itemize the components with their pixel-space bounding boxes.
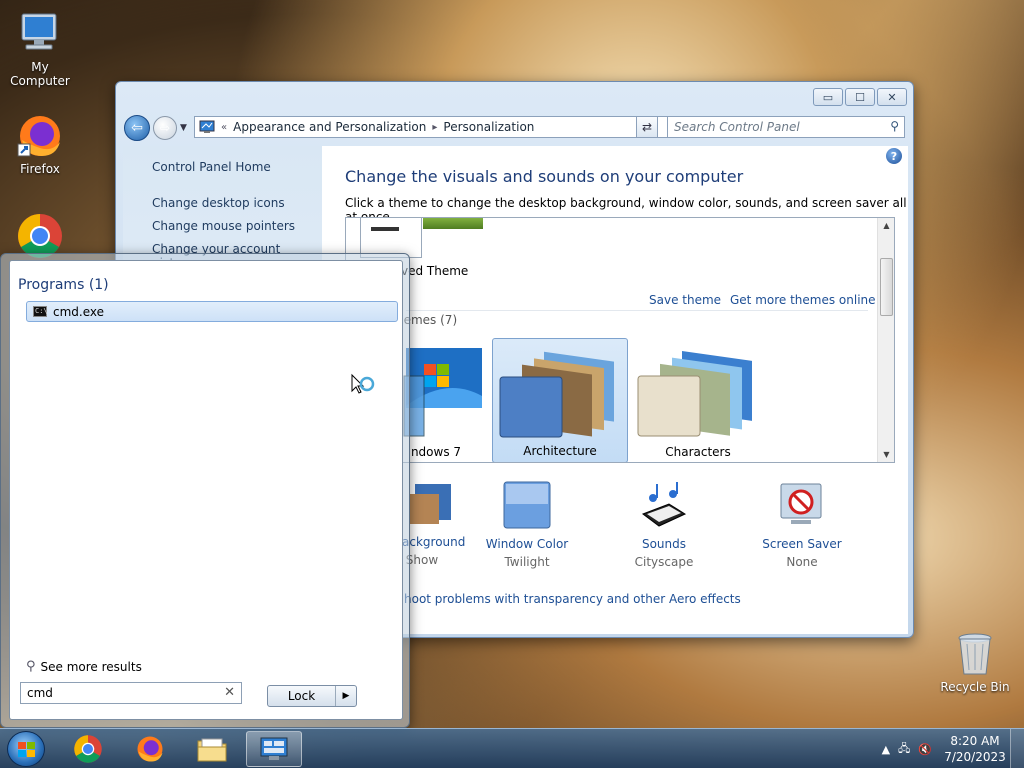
- address-bar[interactable]: « Appearance and Personalization ▸ Perso…: [194, 116, 744, 138]
- navigation-buttons: ⇦ ⇨ ▼: [124, 115, 187, 141]
- close-button[interactable]: ✕: [877, 88, 907, 106]
- desktop-icon-my-computer[interactable]: My Computer: [0, 10, 80, 88]
- desktop-icon-label: Recycle Bin: [940, 680, 1010, 694]
- characters-theme-thumbnail: [637, 351, 752, 437]
- start-search-input[interactable]: cmd ✕: [20, 682, 242, 704]
- desktop-icon-firefox[interactable]: Firefox: [0, 112, 80, 176]
- breadcrumb-appearance[interactable]: Appearance and Personalization: [233, 120, 426, 134]
- system-tray: ▲ 🖧 🔇 8:20 AM 7/20/2023: [882, 729, 1024, 768]
- save-theme-link[interactable]: Save theme: [649, 293, 721, 307]
- taskbar-firefox[interactable]: [122, 731, 178, 767]
- taskbar-control-panel[interactable]: [246, 731, 302, 767]
- theme-label: Characters: [665, 445, 731, 459]
- busy-cursor: [350, 373, 376, 402]
- get-more-themes-link[interactable]: Get more themes online: [730, 293, 876, 307]
- theme-characters[interactable]: Characters: [632, 338, 764, 462]
- clock[interactable]: 8:20 AM 7/20/2023: [940, 733, 1010, 765]
- taskbar-file-explorer[interactable]: [184, 731, 240, 767]
- theme-label: Architecture: [523, 444, 597, 458]
- search-icon[interactable]: ⚲: [890, 119, 899, 133]
- breadcrumb-overflow[interactable]: «: [221, 122, 227, 133]
- windows-logo-icon: [18, 742, 35, 757]
- see-more-results-link[interactable]: ⚲ See more results: [26, 659, 142, 674]
- search-result-item[interactable]: C:\ cmd.exe: [26, 301, 398, 322]
- recycle-bin-icon: [951, 630, 999, 678]
- window-controls: ▭ ☐ ✕: [813, 88, 907, 106]
- window-color-option[interactable]: Window Color Twilight: [467, 480, 587, 569]
- scroll-thumb[interactable]: [880, 258, 893, 316]
- lock-button[interactable]: Lock ▶: [267, 685, 357, 707]
- desktop-icon-label: My Computer: [10, 60, 70, 88]
- programs-heading[interactable]: Programs (1): [18, 277, 109, 293]
- volume-muted-icon[interactable]: 🔇: [918, 743, 932, 756]
- control-panel-icon: [199, 120, 215, 133]
- clock-time: 8:20 AM: [950, 734, 1000, 748]
- minimize-button[interactable]: ▭: [813, 88, 843, 106]
- desktop-icon-label: Firefox: [20, 162, 60, 176]
- unsaved-theme-thumbnail[interactable]: [360, 218, 483, 258]
- change-desktop-icons-link[interactable]: Change desktop icons: [152, 196, 285, 210]
- window-color-icon: [503, 481, 551, 529]
- chrome-icon: [74, 735, 102, 763]
- screen-saver-icon: [780, 483, 822, 524]
- theme-list[interactable]: ved Theme Save theme Get more themes onl…: [345, 217, 895, 463]
- search-control-panel-input[interactable]: Search Control Panel ⚲: [667, 116, 905, 138]
- recent-pages-dropdown[interactable]: ▼: [180, 123, 187, 133]
- computer-icon: [16, 10, 64, 58]
- taskbar: ▲ 🖧 🔇 8:20 AM 7/20/2023: [0, 728, 1024, 768]
- search-icon: ⚲: [26, 659, 36, 674]
- unsaved-theme-label[interactable]: ved Theme: [401, 264, 468, 278]
- show-desktop-button[interactable]: [1010, 729, 1024, 768]
- theme-list-scrollbar[interactable]: ▲ ▼: [877, 218, 894, 462]
- breadcrumb-personalization[interactable]: Personalization: [443, 120, 534, 134]
- firefox-icon: [137, 736, 163, 762]
- breadcrumb-separator[interactable]: ▸: [432, 122, 437, 133]
- back-button[interactable]: ⇦: [124, 115, 150, 141]
- scroll-down-arrow[interactable]: ▼: [878, 450, 894, 459]
- page-title: Change the visuals and sounds on your co…: [345, 167, 744, 186]
- taskbar-chrome[interactable]: [60, 731, 116, 767]
- desktop-icon-recycle-bin[interactable]: Recycle Bin: [935, 630, 1015, 694]
- start-menu: Programs (1) C:\ cmd.exe ⚲ See more resu…: [0, 253, 410, 728]
- architecture-theme-thumbnail: [499, 351, 614, 438]
- screen-saver-option[interactable]: Screen Saver None: [742, 480, 862, 569]
- scroll-up-arrow[interactable]: ▲: [878, 221, 894, 230]
- search-results-panel: Programs (1) C:\ cmd.exe ⚲ See more resu…: [9, 260, 403, 720]
- firefox-icon: [16, 112, 64, 160]
- control-panel-icon: [260, 737, 288, 760]
- forward-button[interactable]: ⇨: [153, 116, 177, 140]
- control-panel-home-link[interactable]: Control Panel Home: [152, 160, 271, 174]
- sounds-icon: [641, 482, 687, 527]
- refresh-button[interactable]: ⇄: [636, 116, 658, 138]
- theme-architecture[interactable]: Architecture: [492, 338, 628, 462]
- desktop-background-icon: [409, 484, 451, 524]
- clock-date: 7/20/2023: [944, 750, 1006, 764]
- troubleshoot-aero-link[interactable]: hoot problems with transparency and othe…: [404, 592, 741, 606]
- start-button[interactable]: [7, 731, 45, 767]
- change-mouse-pointers-link[interactable]: Change mouse pointers: [152, 219, 295, 233]
- network-icon[interactable]: 🖧: [898, 740, 910, 759]
- clear-search-icon[interactable]: ✕: [224, 685, 235, 700]
- help-icon[interactable]: ?: [886, 148, 902, 164]
- folder-icon: [197, 738, 227, 762]
- power-options-arrow[interactable]: ▶: [336, 686, 356, 706]
- cmd-icon: C:\: [33, 306, 48, 317]
- maximize-button[interactable]: ☐: [845, 88, 875, 106]
- sounds-option[interactable]: Sounds Cityscape: [604, 480, 724, 569]
- show-hidden-icons-icon[interactable]: ▲: [882, 743, 890, 756]
